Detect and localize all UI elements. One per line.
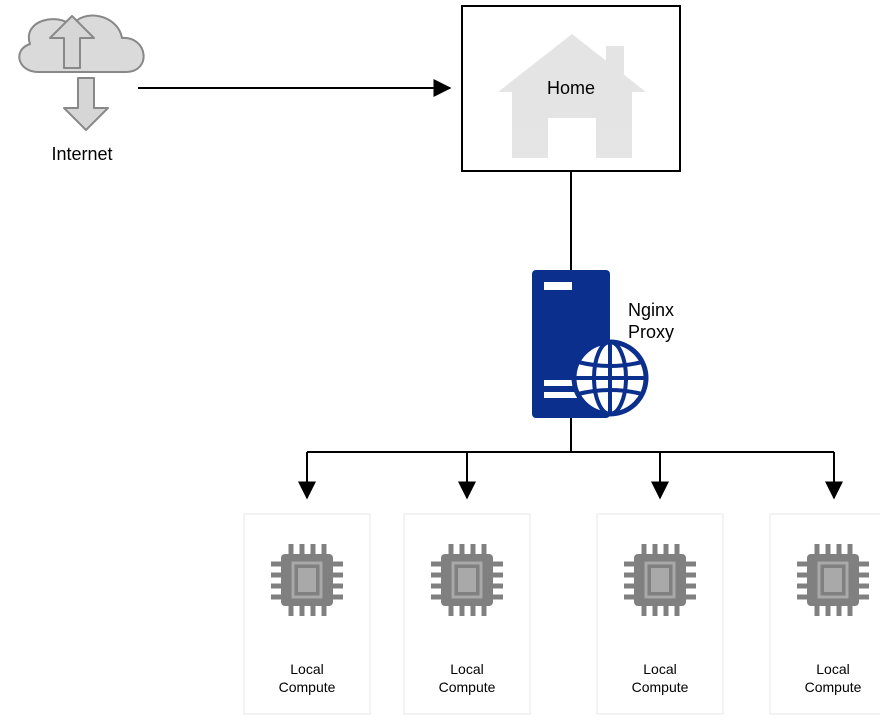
home-label: Home <box>547 78 595 98</box>
compute-label-1: Local <box>290 661 323 677</box>
internet-label: Internet <box>51 144 112 164</box>
node-home: Home <box>462 6 680 171</box>
compute-label-2: Compute <box>279 679 336 695</box>
node-proxy: Nginx Proxy <box>532 270 674 418</box>
compute-label-2: Compute <box>632 679 689 695</box>
compute-label-1: Local <box>643 661 676 677</box>
node-local-compute: Local Compute <box>244 514 370 714</box>
compute-group: LocalComputeLocalComputeLocalComputeLoca… <box>244 514 880 714</box>
proxy-label-2: Proxy <box>628 322 674 342</box>
compute-label-1: Local <box>816 661 849 677</box>
globe-icon <box>574 342 646 414</box>
proxy-label-1: Nginx <box>628 300 674 320</box>
node-internet: Internet <box>19 16 143 164</box>
node-local-compute: Local Compute <box>770 514 880 714</box>
node-local-compute: Local Compute <box>404 514 530 714</box>
compute-label-2: Compute <box>439 679 496 695</box>
edge-proxy-computes <box>307 418 834 498</box>
compute-label-1: Local <box>450 661 483 677</box>
node-local-compute: Local Compute <box>597 514 723 714</box>
compute-label-2: Compute <box>805 679 862 695</box>
cloud-icon <box>19 16 143 72</box>
network-diagram: Internet Home Nginx Proxy <box>0 0 880 718</box>
